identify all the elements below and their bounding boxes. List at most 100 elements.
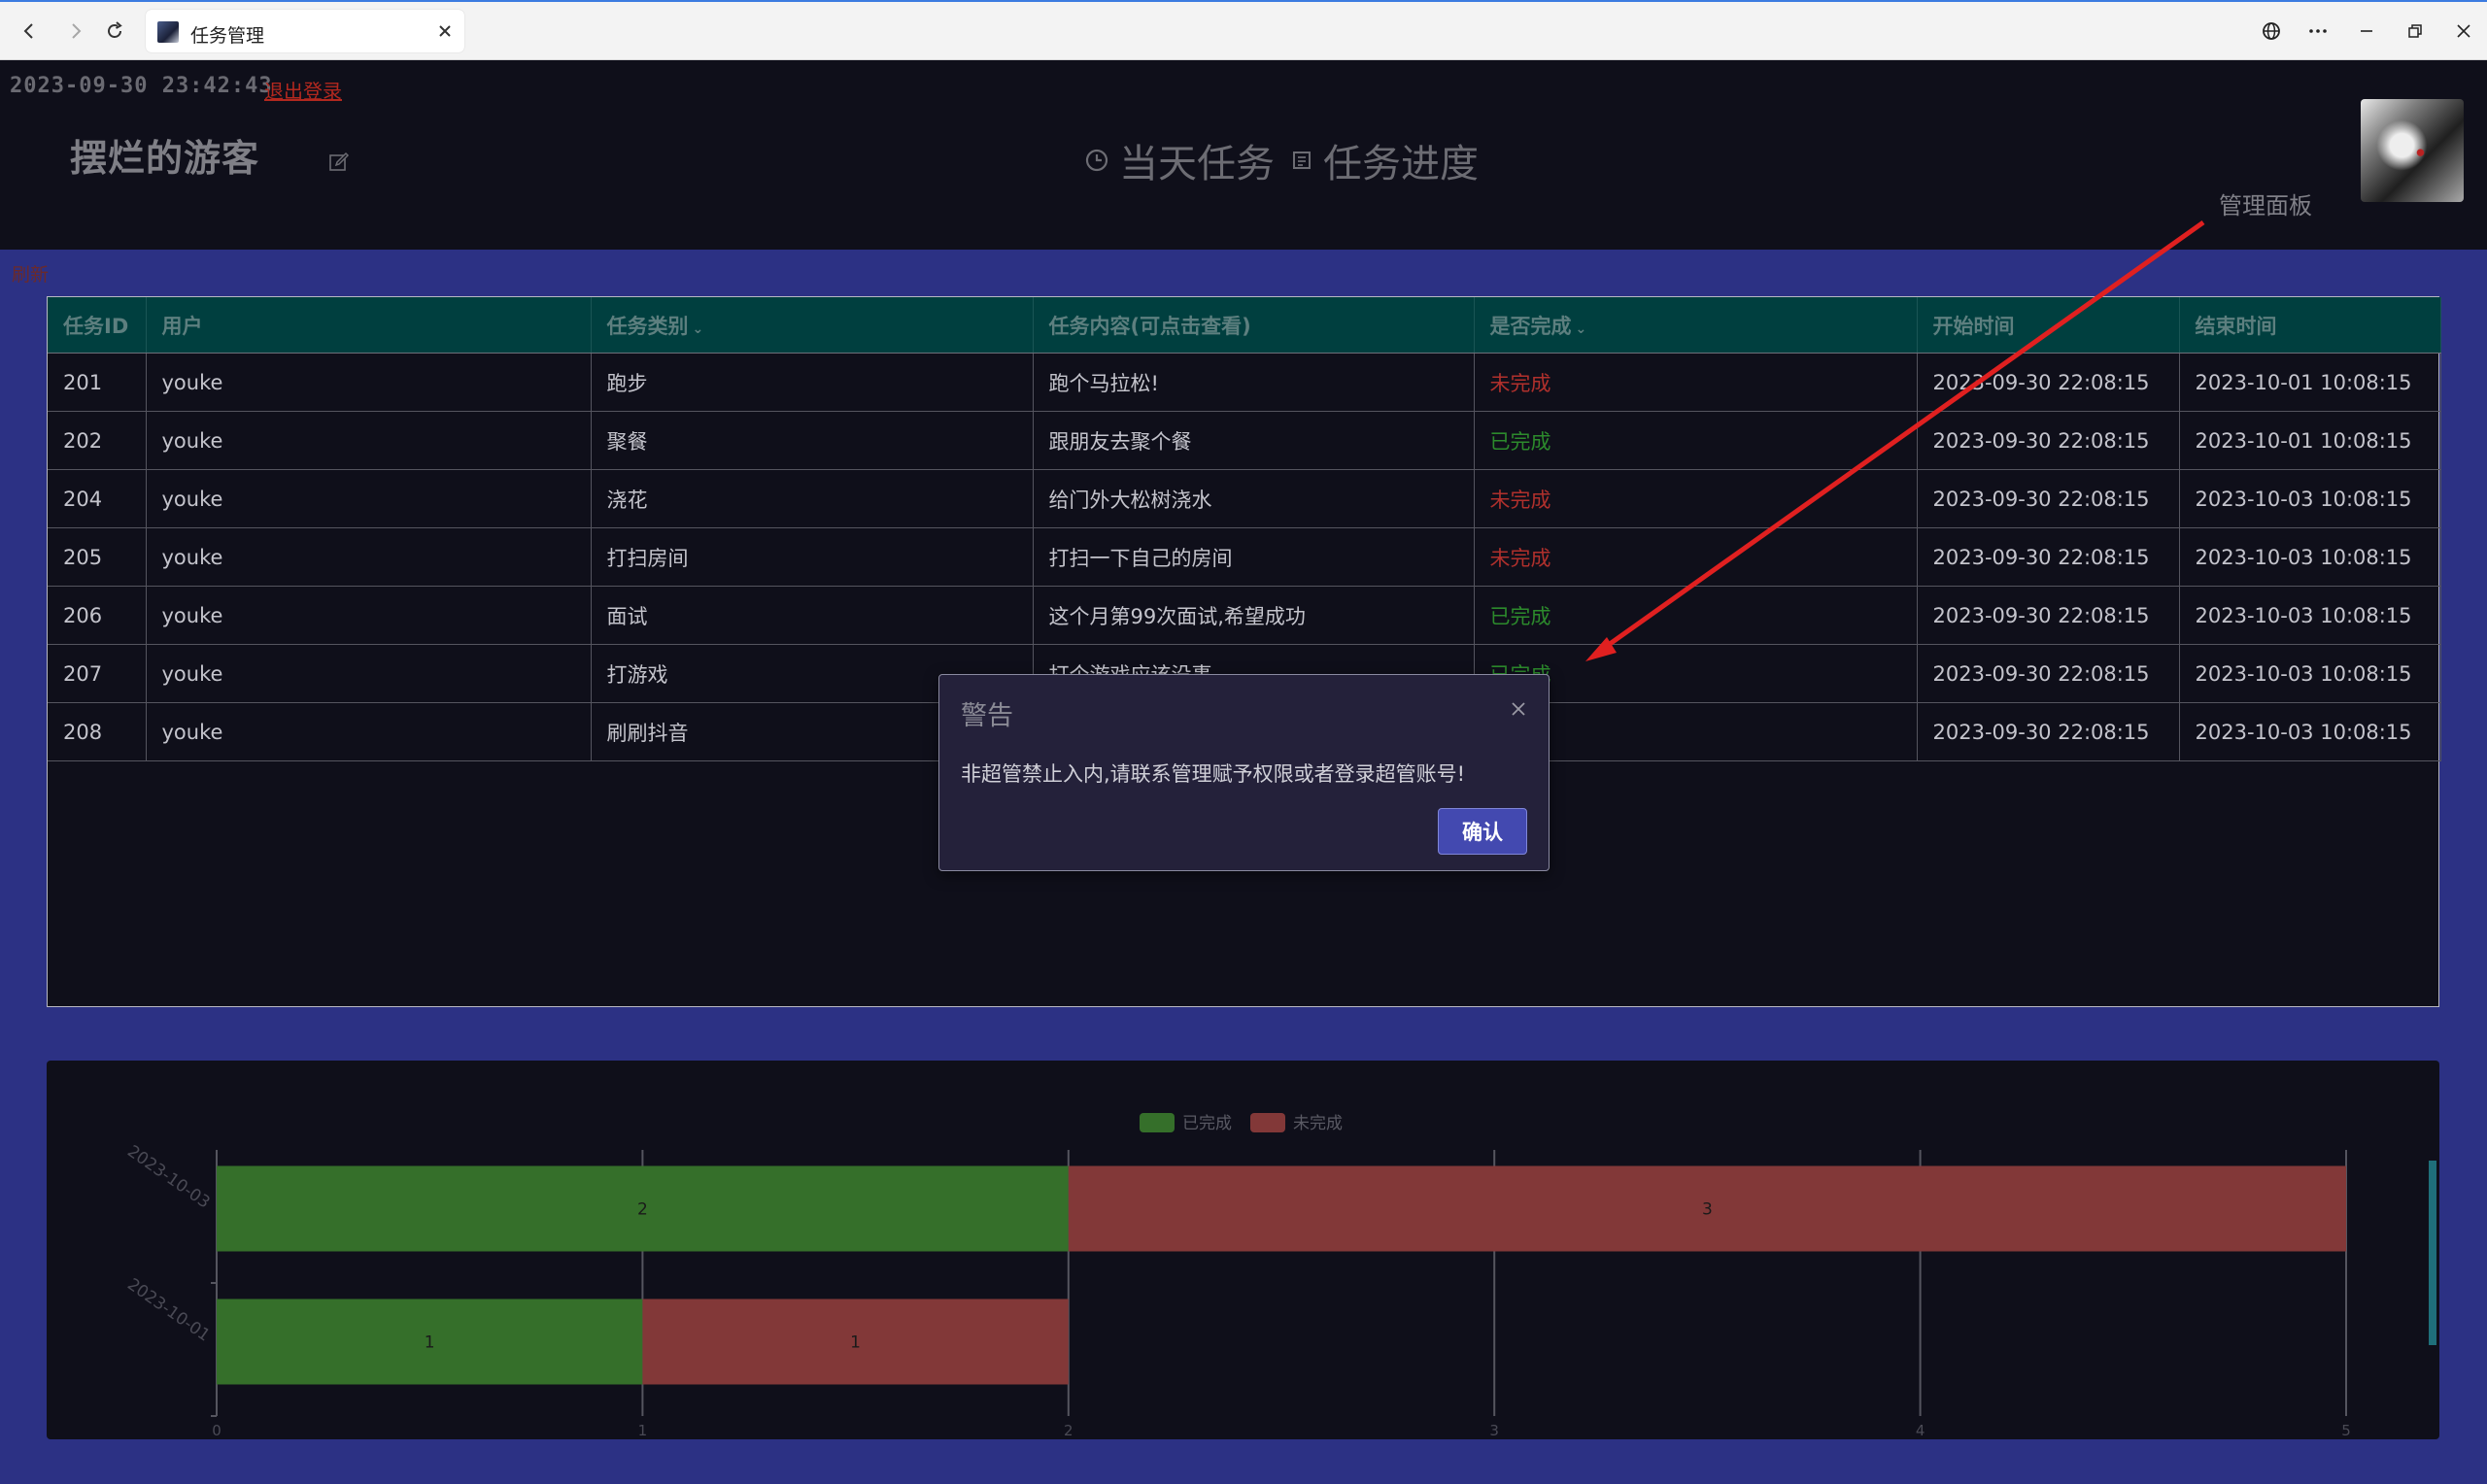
nav-today-tasks[interactable]: 当天任务 xyxy=(1084,132,1275,188)
x-tick-label: 0 xyxy=(212,1422,221,1439)
cell-id: 202 xyxy=(48,411,147,470)
minimize-icon xyxy=(2361,30,2372,32)
cell-start: 2023-09-30 22:08:15 xyxy=(1917,586,2180,645)
close-tab-button[interactable] xyxy=(437,17,453,45)
legend-label: 已完成 xyxy=(1182,1114,1232,1133)
table-row[interactable]: 202 youke 聚餐 跟朋友去聚个餐 已完成 2023-09-30 22:0… xyxy=(48,411,2441,470)
cell-category: 打扫房间 xyxy=(591,527,1034,587)
cell-category: 浇花 xyxy=(591,469,1034,528)
column-header-start: 开始时间 xyxy=(1917,297,2180,354)
y-tick-label: 2023-10-01 xyxy=(123,1275,213,1346)
column-header-user: 用户 xyxy=(146,297,592,354)
cell-status: 未完成 xyxy=(1474,527,1918,587)
cell-category: 面试 xyxy=(591,586,1034,645)
y-tick-label: 2023-10-03 xyxy=(123,1142,213,1213)
cell-category: 聚餐 xyxy=(591,411,1034,470)
more-menu-button[interactable] xyxy=(2299,12,2337,51)
cell-user: youke xyxy=(146,527,592,587)
close-icon xyxy=(1512,702,1525,716)
cell-status: 已完成 xyxy=(1474,411,1918,470)
cell-user: youke xyxy=(146,469,592,528)
browser-tab[interactable]: 任务管理 xyxy=(146,10,464,52)
cell-end: 2023-10-03 10:08:15 xyxy=(2179,527,2441,587)
back-button[interactable] xyxy=(10,12,49,51)
reload-button[interactable] xyxy=(95,12,134,51)
nav-task-progress-label: 任务进度 xyxy=(1323,142,1479,186)
cell-end: 2023-10-01 10:08:15 xyxy=(2179,353,2441,412)
task-table-panel: 任务ID 用户 任务类别 ⌄ 任务内容(可点击查看) 是否完成 ⌄ 开始时间 结束时… xyxy=(47,296,2441,1007)
bar-value-label: 1 xyxy=(850,1333,861,1353)
legend-label: 未完成 xyxy=(1293,1114,1343,1133)
avatar[interactable] xyxy=(2361,99,2464,202)
cell-end: 2023-10-03 10:08:15 xyxy=(2179,644,2441,703)
cell-end: 2023-10-03 10:08:15 xyxy=(2179,702,2441,761)
confirm-button[interactable]: 确认 xyxy=(1438,808,1527,855)
table-row[interactable]: 206 youke 面试 这个月第99次面试,希望成功 已完成 2023-09-… xyxy=(48,586,2441,645)
close-window-button[interactable] xyxy=(2444,12,2483,51)
column-header-status[interactable]: 是否完成 ⌄ xyxy=(1474,297,1918,354)
forward-button[interactable] xyxy=(56,12,95,51)
cell-start: 2023-09-30 22:08:15 xyxy=(1917,469,2180,528)
nav-task-progress[interactable]: 任务进度 xyxy=(1290,132,1479,188)
cell-id: 204 xyxy=(48,469,147,528)
bar-value-label: 2 xyxy=(637,1200,648,1220)
tab-title: 任务管理 xyxy=(190,25,265,47)
cell-content[interactable]: 打扫一下自己的房间 xyxy=(1033,527,1475,587)
logout-link[interactable]: 退出登录 xyxy=(264,76,342,104)
minimize-button[interactable] xyxy=(2347,12,2386,51)
dialog-close-button[interactable] xyxy=(1510,692,1527,725)
column-header-category[interactable]: 任务类别 ⌄ xyxy=(591,297,1034,354)
cell-category: 跑步 xyxy=(591,353,1034,412)
chevron-left-icon xyxy=(23,23,33,39)
column-header-id: 任务ID xyxy=(48,297,147,354)
cell-content[interactable]: 跟朋友去聚个餐 xyxy=(1033,411,1475,470)
column-header-end: 结束时间 xyxy=(2179,297,2441,354)
cell-content[interactable]: 给门外大松树浇水 xyxy=(1033,469,1475,528)
admin-panel-link[interactable]: 管理面板 xyxy=(2219,186,2312,220)
favicon-icon xyxy=(157,21,179,43)
table-row[interactable]: 201 youke 跑步 跑个马拉松! 未完成 2023-09-30 22:08… xyxy=(48,353,2441,412)
cell-user: youke xyxy=(146,644,592,703)
nav-today-tasks-label: 当天任务 xyxy=(1119,142,1275,186)
restore-button[interactable] xyxy=(2396,12,2435,51)
cell-end: 2023-10-01 10:08:15 xyxy=(2179,411,2441,470)
x-tick-label: 4 xyxy=(1916,1422,1925,1439)
clock-icon xyxy=(1085,149,1108,172)
cell-id: 205 xyxy=(48,527,147,587)
chevron-right-icon xyxy=(72,23,82,39)
legend-swatch xyxy=(1140,1113,1175,1132)
legend-swatch xyxy=(1250,1113,1285,1132)
table-header-row: 任务ID 用户 任务类别 ⌄ 任务内容(可点击查看) 是否完成 ⌄ 开始时间 结束时… xyxy=(48,297,2441,354)
cell-user: youke xyxy=(146,353,592,412)
refresh-button[interactable]: 刷新 xyxy=(12,260,49,287)
cell-status: 未完成 xyxy=(1474,353,1918,412)
cell-id: 208 xyxy=(48,702,147,761)
x-tick-label: 2 xyxy=(1064,1422,1073,1439)
table-row[interactable]: 204 youke 浇花 给门外大松树浇水 未完成 2023-09-30 22:… xyxy=(48,469,2441,528)
bar-value-label: 3 xyxy=(1702,1200,1713,1220)
cell-content[interactable]: 这个月第99次面试,希望成功 xyxy=(1033,586,1475,645)
cell-content[interactable]: 跑个马拉松! xyxy=(1033,353,1475,412)
filter-dropdown-icon[interactable]: ⌄ xyxy=(693,321,704,337)
username: 摆烂的游客 xyxy=(70,137,260,180)
cell-start: 2023-09-30 22:08:15 xyxy=(1917,411,2180,470)
cell-user: youke xyxy=(146,586,592,645)
browser-chrome: 任务管理 xyxy=(0,0,2487,60)
cell-id: 206 xyxy=(48,586,147,645)
document-icon xyxy=(1293,152,1311,169)
table-row[interactable]: 205 youke 打扫房间 打扫一下自己的房间 未完成 2023-09-30 … xyxy=(48,527,2441,587)
cell-start: 2023-09-30 22:08:15 xyxy=(1917,702,2180,761)
cell-user: youke xyxy=(146,411,592,470)
warning-dialog: 警告 非超管禁止入内,请联系管理赋予权限或者登录超管账号! 确认 xyxy=(938,674,1550,871)
cell-end: 2023-10-03 10:08:15 xyxy=(2179,469,2441,528)
edit-icon[interactable] xyxy=(328,152,350,173)
cell-end: 2023-10-03 10:08:15 xyxy=(2179,586,2441,645)
x-tick-label: 5 xyxy=(2341,1422,2351,1439)
close-icon xyxy=(439,25,451,37)
dialog-message: 非超管禁止入内,请联系管理赋予权限或者登录超管账号! xyxy=(961,762,1466,786)
x-tick-label: 1 xyxy=(638,1422,648,1439)
stacked-bar-chart: 0 1 2 3 4 5 2023-10-03 2 3 2023-10-01 1 1 已完成 未完成 xyxy=(123,1113,2436,1439)
restore-icon xyxy=(2408,24,2422,38)
filter-dropdown-icon[interactable]: ⌄ xyxy=(1576,321,1587,337)
translate-button[interactable] xyxy=(2252,12,2291,51)
